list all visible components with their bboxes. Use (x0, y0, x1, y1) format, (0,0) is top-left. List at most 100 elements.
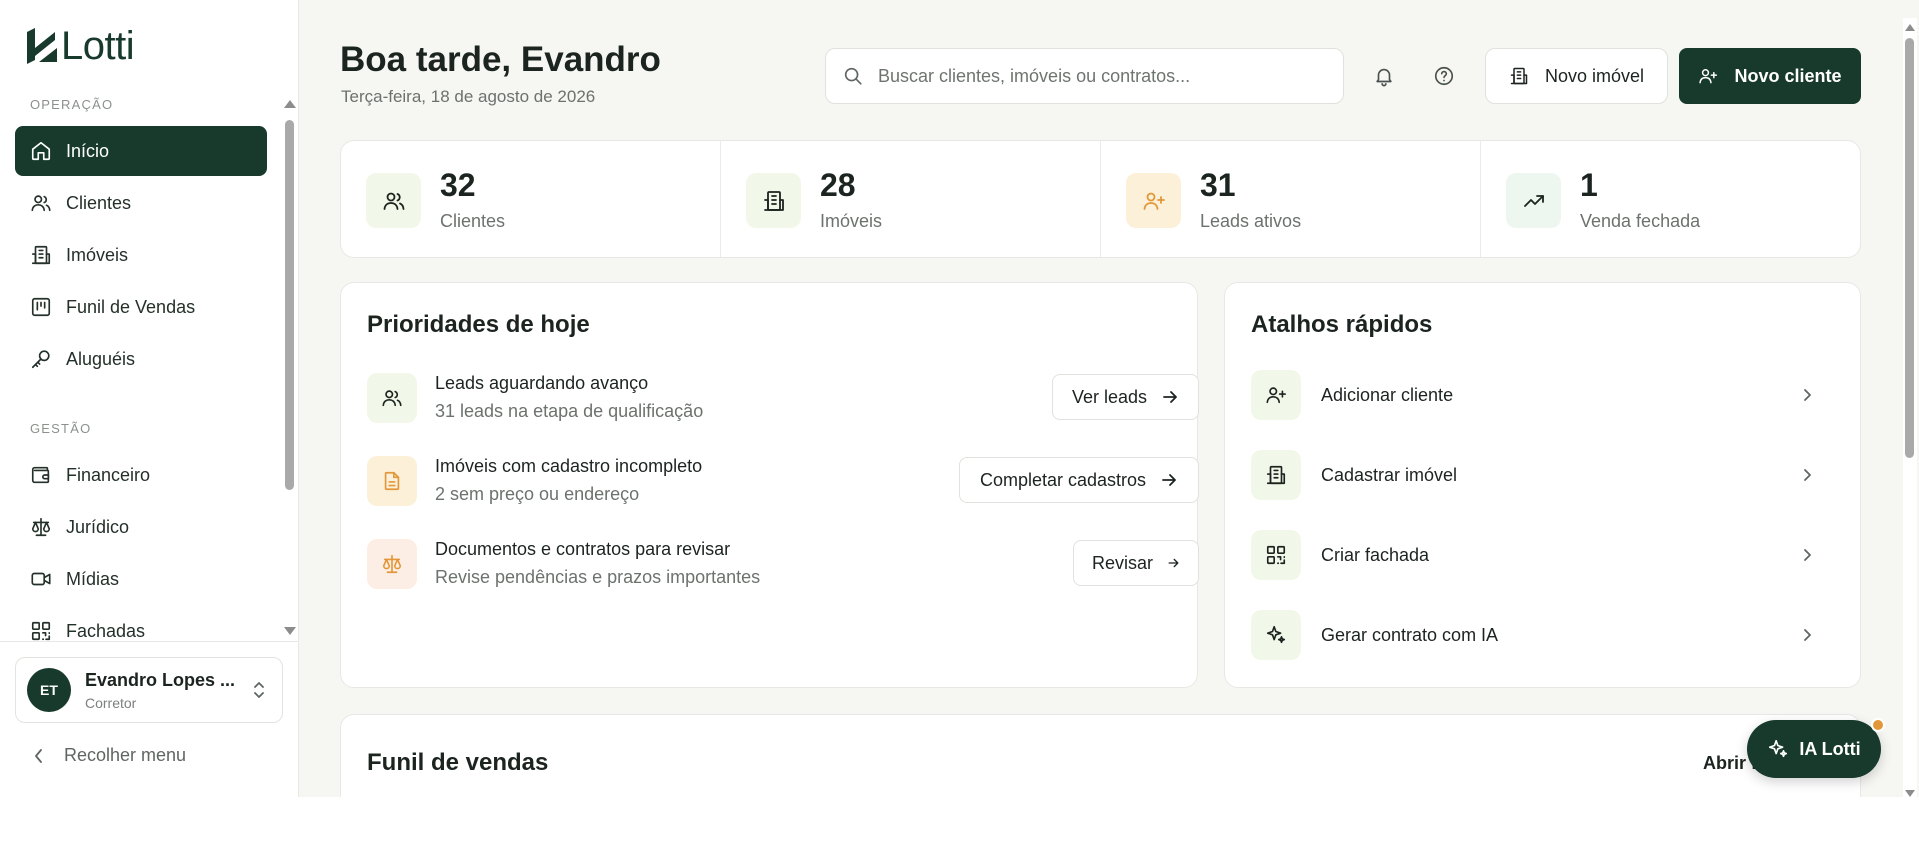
building-icon (31, 245, 51, 265)
sidebar-divider (0, 641, 299, 642)
sidebar-item-label: Funil de Vendas (66, 296, 196, 317)
sidebar: Lotti OPERAÇÃO Início Clientes Imóveis F… (0, 0, 299, 797)
stat-venda-fechada[interactable]: 1 Venda fechada (1481, 141, 1860, 257)
sidebar-item-inicio[interactable]: Início (15, 126, 267, 176)
priority-item-imoveis: Imóveis com cadastro incompleto 2 sem pr… (367, 452, 1199, 510)
document-icon (384, 471, 400, 491)
priority-subtitle: Revise pendências e prazos importantes (435, 567, 761, 587)
chevron-right-icon (1804, 629, 1811, 641)
sidebar-item-imoveis[interactable]: Imóveis (15, 230, 267, 280)
stat-label: Clientes (440, 211, 506, 231)
stat-value: 31 (1200, 167, 1236, 203)
new-client-button[interactable]: Novo cliente (1679, 48, 1861, 104)
sidebar-item-label: Financeiro (66, 464, 151, 485)
search-bar[interactable] (825, 48, 1344, 104)
users-icon (383, 192, 404, 210)
stat-leads-ativos[interactable]: 31 Leads ativos (1101, 141, 1481, 257)
sidebar-item-label: Clientes (66, 192, 132, 213)
funnel-title: Funil de vendas (367, 749, 549, 776)
sidebar-nav: OPERAÇÃO Início Clientes Imóveis Funil d… (0, 92, 282, 642)
sidebar-item-label: Fachadas (66, 620, 146, 641)
wallet-icon (31, 466, 50, 484)
chevron-right-icon (1804, 549, 1811, 561)
priority-title: Documentos e contratos para revisar (435, 539, 731, 559)
sidebar-item-label: Imóveis (66, 244, 129, 265)
users-icon (382, 390, 402, 407)
current-date: Terça-feira, 18 de agosto de 2026 (341, 87, 596, 106)
page-title: Boa tarde, Evandro (340, 40, 661, 79)
building-icon (1510, 67, 1528, 85)
arrow-right-icon (1168, 558, 1179, 568)
priority-subtitle: 2 sem preço ou endereço (435, 484, 640, 504)
chevron-right-icon (1804, 469, 1811, 481)
stat-label: Venda fechada (1580, 211, 1701, 231)
kanban-icon (31, 297, 51, 317)
sidebar-item-fachadas[interactable]: Fachadas (15, 606, 267, 642)
help-circle-icon (1434, 66, 1454, 86)
priorities-title: Prioridades de hoje (367, 311, 590, 338)
shortcut-add-client[interactable]: Adicionar cliente (1251, 369, 1825, 421)
scroll-down-arrow-icon[interactable] (284, 627, 296, 635)
sidebar-item-alugueis[interactable]: Aluguéis (15, 334, 267, 384)
user-name: Evandro Lopes ... (85, 669, 236, 690)
shortcut-register-property[interactable]: Cadastrar imóvel (1251, 449, 1825, 501)
page-scrollbar-thumb[interactable] (1905, 38, 1914, 458)
scroll-down-arrow-icon[interactable] (1905, 790, 1915, 797)
priority-title: Leads aguardando avanço (435, 373, 649, 393)
sidebar-item-label: Início (66, 140, 110, 161)
stats-panel: 32 Clientes 28 Imóveis 31 Leads ativos 1… (340, 140, 1861, 258)
shortcut-create-facade[interactable]: Criar fachada (1251, 529, 1825, 581)
user-plus-icon (1699, 69, 1718, 84)
review-button[interactable]: Revisar (1073, 540, 1199, 586)
logo[interactable]: Lotti (25, 26, 135, 66)
page-scrollbar[interactable] (1903, 18, 1917, 797)
users-icon (31, 195, 51, 212)
scroll-up-arrow-icon[interactable] (284, 100, 296, 108)
stat-value: 1 (1580, 167, 1598, 203)
shortcut-label: Cadastrar imóvel (1321, 464, 1458, 485)
stat-value: 32 (440, 167, 476, 203)
user-role: Corretor (85, 694, 137, 711)
sidebar-item-financeiro[interactable]: Financeiro (15, 450, 267, 500)
scroll-up-arrow-icon[interactable] (1905, 24, 1915, 31)
qrcode-icon (1266, 545, 1286, 565)
button-label: Revisar (1092, 552, 1154, 573)
shortcut-icon-wrap (1251, 370, 1301, 420)
notifications-button[interactable] (1368, 60, 1400, 92)
stat-imoveis[interactable]: 28 Imóveis (721, 141, 1101, 257)
complete-records-button[interactable]: Completar cadastros (959, 457, 1199, 503)
search-input[interactable] (878, 65, 1318, 87)
help-button[interactable] (1428, 60, 1460, 92)
user-plus-icon (1143, 192, 1165, 210)
ia-lotti-label: IA Lotti (1799, 738, 1861, 759)
collapse-menu-button[interactable]: Recolher menu (30, 745, 186, 766)
sidebar-item-label: Mídias (66, 568, 120, 589)
sidebar-scrollbar-thumb[interactable] (285, 120, 294, 490)
empty-area (0, 797, 1919, 867)
stat-icon-wrap (746, 173, 801, 228)
priority-subtitle: 31 leads na etapa de qualificação (435, 401, 704, 421)
priority-icon-wrap (367, 539, 417, 589)
ia-lotti-button[interactable]: IA Lotti (1747, 720, 1881, 778)
sidebar-scrollbar[interactable] (283, 100, 296, 635)
sidebar-item-juridico[interactable]: Jurídico (15, 502, 267, 552)
view-leads-button[interactable]: Ver leads (1052, 374, 1199, 420)
stat-icon-wrap (1506, 173, 1561, 228)
stat-clientes[interactable]: 32 Clientes (341, 141, 721, 257)
new-property-button[interactable]: Novo imóvel (1485, 48, 1668, 104)
stat-label: Imóveis (820, 211, 883, 231)
user-switcher[interactable]: ET Evandro Lopes ... Corretor (15, 657, 283, 723)
key-icon (31, 350, 50, 369)
building-icon (763, 190, 784, 211)
sidebar-item-funil-de-vendas[interactable]: Funil de Vendas (15, 282, 267, 332)
chevron-up-down-icon (254, 682, 264, 698)
avatar: ET (27, 668, 71, 712)
shortcut-label: Gerar contrato com IA (1321, 624, 1499, 645)
stat-icon-wrap (366, 173, 421, 228)
bell-icon (1376, 68, 1392, 87)
button-label: Ver leads (1071, 386, 1148, 407)
arrow-right-icon (1163, 391, 1177, 403)
sidebar-item-midias[interactable]: Mídias (15, 554, 267, 604)
shortcut-generate-contract-ai[interactable]: Gerar contrato com IA (1251, 609, 1825, 661)
sidebar-item-clientes[interactable]: Clientes (15, 178, 267, 228)
